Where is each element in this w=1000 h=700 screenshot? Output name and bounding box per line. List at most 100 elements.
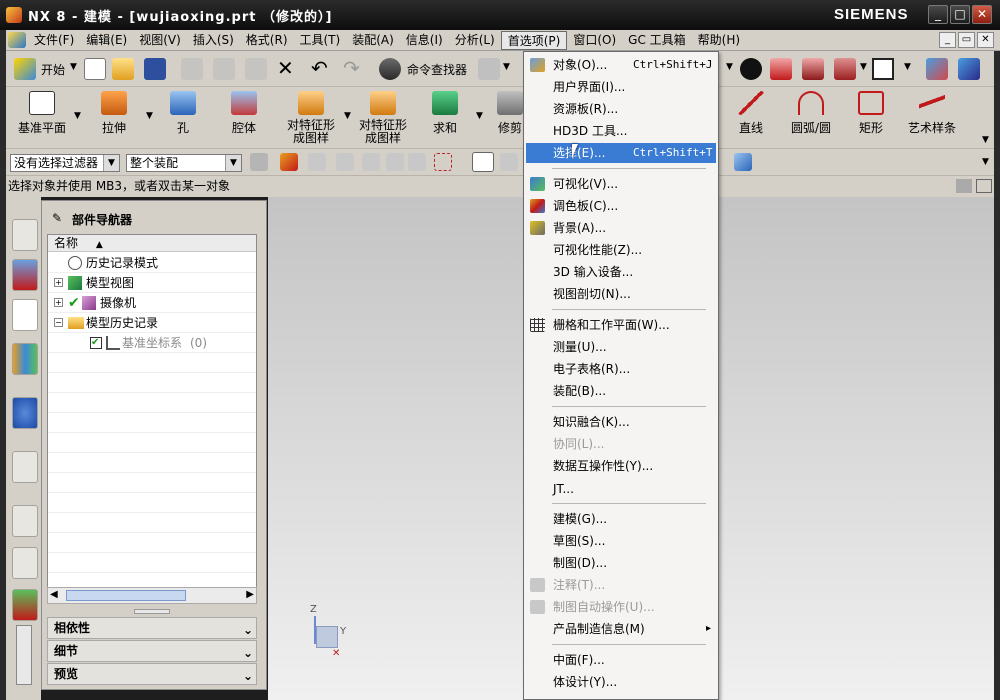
select-icon-1[interactable] bbox=[308, 153, 326, 171]
menu-item-background[interactable]: 背景(A)... bbox=[526, 218, 716, 238]
touch-mode-icon[interactable] bbox=[478, 58, 500, 80]
datum-plane-button[interactable]: 基准平面 bbox=[14, 91, 70, 136]
web-browser-tab[interactable] bbox=[12, 397, 38, 429]
menu-item-visualization[interactable]: 可视化(V)... bbox=[526, 174, 716, 194]
pocket-button[interactable]: 腔体 bbox=[224, 91, 264, 136]
menu-window[interactable]: 窗口(O) bbox=[567, 31, 622, 50]
reuse-library-tab[interactable] bbox=[12, 343, 38, 375]
view-cube-icon[interactable] bbox=[734, 153, 752, 171]
roles-tab[interactable] bbox=[12, 589, 38, 621]
menu-item-measure[interactable]: 测量(U)... bbox=[526, 337, 716, 357]
scroll-right-icon[interactable]: ▶ bbox=[246, 589, 254, 600]
extrude-dropdown-icon[interactable]: ▼ bbox=[146, 111, 153, 121]
pin-icon[interactable]: ✎ bbox=[52, 211, 62, 225]
menu-item-modeling[interactable]: 建模(G)... bbox=[526, 509, 716, 529]
trim-button[interactable]: 修剪 bbox=[493, 91, 527, 136]
pattern-feature-2-button[interactable]: 对特征形 成图样 bbox=[352, 91, 414, 145]
orient-view-icon[interactable] bbox=[926, 58, 948, 80]
snap-point-icon[interactable] bbox=[280, 153, 298, 171]
view-trimetric-icon[interactable] bbox=[958, 58, 980, 80]
start-dropdown-icon[interactable]: ▼ bbox=[70, 62, 77, 72]
menu-item-spreadsheet[interactable]: 电子表格(R)... bbox=[526, 359, 716, 379]
menu-item-object[interactable]: 对象(O)... Ctrl+Shift+J bbox=[526, 55, 716, 75]
start-button[interactable]: 开始 bbox=[41, 61, 65, 78]
hole-button[interactable]: 孔 bbox=[164, 91, 202, 136]
menu-item-data-interoperability[interactable]: 数据互操作性(Y)... bbox=[526, 456, 716, 476]
maximize-button[interactable]: □ bbox=[950, 5, 970, 24]
wireframe-icon[interactable] bbox=[770, 58, 792, 80]
menu-item-visualization-performance[interactable]: 可视化性能(Z)... bbox=[526, 240, 716, 260]
expand-icon[interactable]: + bbox=[54, 278, 63, 287]
menu-item-selection[interactable]: 选择(E)... Ctrl+Shift+T bbox=[526, 143, 716, 163]
name-column-header[interactable]: 名称 ▲ bbox=[48, 235, 256, 252]
tree-item-cameras[interactable]: + ✔ 摄像机 bbox=[48, 293, 256, 313]
save-icon[interactable] bbox=[144, 58, 166, 80]
arc-circle-button[interactable]: 圆弧/圆 bbox=[786, 91, 836, 136]
binoculars-icon[interactable] bbox=[379, 58, 401, 80]
splitter-handle[interactable] bbox=[134, 609, 170, 614]
select-icon-2[interactable] bbox=[336, 153, 354, 171]
menu-item-drafting[interactable]: 制图(D)... bbox=[526, 553, 716, 573]
mdi-restore-button[interactable]: ▭ bbox=[958, 32, 975, 48]
toolbar-options-icon[interactable]: ▼ bbox=[982, 135, 989, 145]
menu-edit[interactable]: 编辑(E) bbox=[80, 31, 133, 50]
select-icon-3[interactable] bbox=[362, 153, 380, 171]
menu-assembly[interactable]: 装配(A) bbox=[346, 31, 400, 50]
clock-tab[interactable] bbox=[12, 505, 38, 537]
status-icon-1[interactable] bbox=[956, 179, 972, 193]
menu-info[interactable]: 信息(I) bbox=[400, 31, 449, 50]
reset-filter-icon[interactable] bbox=[250, 153, 268, 171]
type-filter-select[interactable]: 没有选择过滤器 ▼ bbox=[10, 154, 120, 172]
menu-preferences[interactable]: 首选项(P) bbox=[500, 30, 568, 50]
rectangle-select-icon[interactable] bbox=[434, 153, 452, 171]
close-button[interactable]: ✕ bbox=[972, 5, 992, 24]
menu-item-palette[interactable]: 调色板(C)... bbox=[526, 196, 716, 216]
menu-item-knowledge-fusion[interactable]: 知识融合(K)... bbox=[526, 412, 716, 432]
menu-app-icon[interactable] bbox=[8, 32, 26, 48]
select-icon-5[interactable] bbox=[408, 153, 426, 171]
menu-item-body-design[interactable]: 体设计(Y)... bbox=[526, 672, 716, 692]
section-preview[interactable]: 预览 ⌄ bbox=[47, 663, 257, 685]
history-tab[interactable] bbox=[12, 451, 38, 483]
checkbox-checked[interactable]: ✔ bbox=[90, 337, 102, 349]
expand-icon[interactable]: + bbox=[54, 298, 63, 307]
part-navigator-tab[interactable] bbox=[12, 299, 38, 331]
pattern-feature-button[interactable]: 对特征形 成图样 bbox=[280, 91, 342, 145]
new-file-icon[interactable] bbox=[84, 58, 106, 80]
mdi-close-button[interactable]: ✕ bbox=[977, 32, 994, 48]
menu-item-hd3d-tools[interactable]: HD3D 工具... bbox=[526, 121, 716, 141]
section-dependencies[interactable]: 相依性 ⌄ bbox=[47, 617, 257, 639]
command-finder-button[interactable]: 命令查找器 bbox=[407, 61, 467, 78]
menu-gc-toolbox[interactable]: GC 工具箱 bbox=[622, 31, 692, 50]
menu-item-midsurface[interactable]: 中面(F)... bbox=[526, 650, 716, 670]
menu-item-grid-work-plane[interactable]: 栅格和工作平面(W)... bbox=[526, 315, 716, 335]
menu-item-assemblies[interactable]: 装配(B)... bbox=[526, 381, 716, 401]
menu-item-jt[interactable]: JT... bbox=[526, 479, 716, 499]
menu-analysis[interactable]: 分析(L) bbox=[449, 31, 501, 50]
start-icon[interactable] bbox=[14, 58, 36, 80]
background-icon[interactable] bbox=[872, 58, 894, 80]
datum-dropdown-icon[interactable]: ▼ bbox=[74, 111, 81, 121]
section-details[interactable]: 细节 ⌄ bbox=[47, 640, 257, 662]
snap-mode-icon[interactable] bbox=[472, 152, 494, 172]
line-button[interactable]: 直线 bbox=[732, 91, 770, 136]
shaded-icon[interactable] bbox=[740, 58, 762, 80]
pattern-dropdown-icon[interactable]: ▼ bbox=[344, 111, 351, 121]
unite-dropdown-icon[interactable]: ▼ bbox=[476, 111, 483, 121]
menu-item-3d-input-devices[interactable]: 3D 输入设备... bbox=[526, 262, 716, 282]
menu-help[interactable]: 帮助(H) bbox=[692, 31, 746, 50]
nx-app-icon[interactable] bbox=[6, 7, 22, 23]
toolbar-options-icon[interactable]: ▼ bbox=[982, 157, 989, 167]
menu-file[interactable]: 文件(F) bbox=[28, 31, 80, 50]
minimize-button[interactable]: _ bbox=[928, 5, 948, 24]
assembly-navigator-tab[interactable] bbox=[12, 219, 38, 251]
tree-item-model-history[interactable]: − 模型历史记录 bbox=[48, 313, 256, 333]
undo-icon[interactable]: ↶ bbox=[311, 56, 328, 80]
menu-item-pmi[interactable]: 产品制造信息(M) ▸ bbox=[526, 619, 716, 639]
menu-item-user-interface[interactable]: 用户界面(I)... bbox=[526, 77, 716, 97]
menu-tools[interactable]: 工具(T) bbox=[294, 31, 347, 50]
menu-insert[interactable]: 插入(S) bbox=[187, 31, 240, 50]
select-icon-4[interactable] bbox=[386, 153, 404, 171]
snap-icon-2[interactable] bbox=[500, 153, 518, 171]
menu-item-view-section[interactable]: 视图剖切(N)... bbox=[526, 284, 716, 304]
